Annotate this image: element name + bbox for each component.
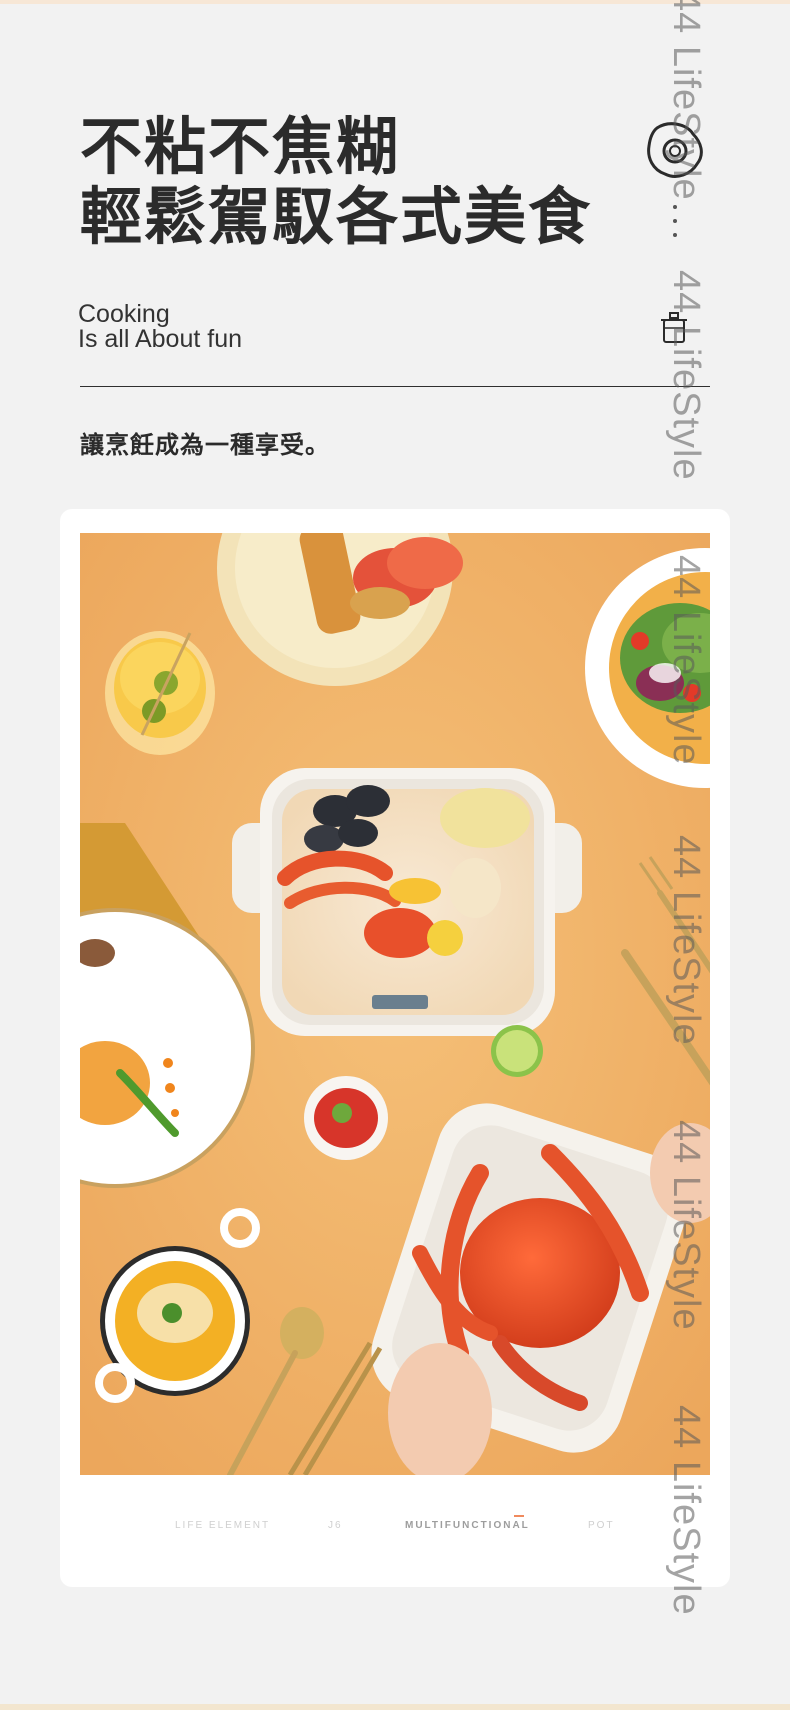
hot-pot [232, 768, 582, 1036]
subtitle-line-1: Cooking [78, 300, 170, 328]
footer-item-life-element: LIFE ELEMENT [175, 1520, 271, 1531]
lime [491, 1025, 543, 1077]
sauce-bowl [304, 1076, 388, 1160]
tagline: 讓烹飪成為一種享受。 [80, 431, 330, 459]
title-line-1: 不粘不焦糊 [80, 110, 401, 183]
drink-glass [105, 631, 215, 755]
watermark-text: 44 LifeStyle [665, 270, 707, 481]
divider-line [80, 386, 710, 387]
title-line-2: 輕鬆駕馭各式美食 [80, 180, 593, 253]
pot-icon [661, 312, 687, 343]
bottom-edge [0, 1704, 790, 1710]
fried-egg-icon [647, 122, 703, 178]
food-spread-photo [80, 533, 710, 1475]
footer-item-j6: J6 [328, 1520, 343, 1531]
english-subtitle: Cooking Is all About fun [78, 302, 242, 352]
footer-item-pot: POT [588, 1520, 615, 1531]
card-footer: LIFE ELEMENT J6 MULTIFUNCTIONAL POT [60, 1515, 730, 1540]
subtitle-line-2: Is all About fun [78, 325, 243, 353]
footer-item-multifunctional: MULTIFUNCTIONAL [405, 1520, 530, 1531]
footer-accent-tick [514, 1515, 524, 1517]
page-title: 不粘不焦糊 輕鬆駕馭各式美食 [80, 112, 592, 252]
dots-divider [672, 205, 678, 245]
top-edge [0, 0, 790, 4]
